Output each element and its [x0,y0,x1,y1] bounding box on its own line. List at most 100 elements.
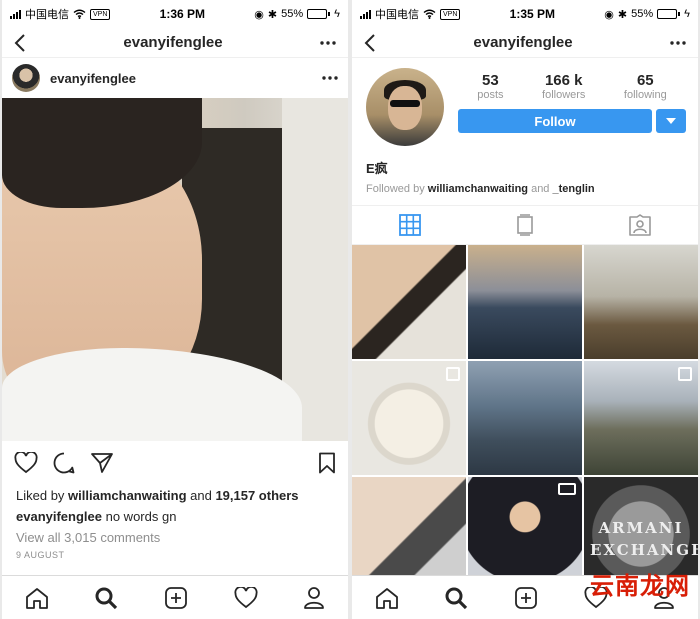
battery-icon [307,9,331,19]
stat-followers-count: 166 k [544,72,583,89]
profile-header: 53 posts 166 k followers 65 following Fo… [352,58,698,152]
stat-posts[interactable]: 53 posts [477,72,503,101]
search-icon[interactable] [94,586,118,610]
profile-icon[interactable] [303,586,325,610]
page-title: evanyifenglee [473,34,573,51]
grid-view-icon[interactable] [399,214,422,236]
clock: 1:36 PM [159,7,206,21]
tagged-photos-icon[interactable] [628,214,651,236]
share-icon[interactable] [90,452,114,474]
caption-username[interactable]: evanyifenglee [16,509,102,524]
follow-button[interactable]: Follow [458,109,652,133]
home-icon[interactable] [375,587,399,609]
avatar[interactable] [12,64,40,92]
carrier-label: 中国电信 [25,9,69,21]
stat-following-count: 65 [636,72,654,89]
post-actions [2,441,348,485]
post-info: Liked by williamchanwaiting and 19,157 o… [2,485,348,548]
profile-name: E疯 [366,161,388,176]
nav-bar: evanyifenglee [2,28,348,58]
followed-prefix: Followed by [366,183,428,195]
more-icon[interactable] [320,40,336,45]
activity-heart-icon[interactable] [234,586,258,609]
followed-and: and [528,183,553,195]
charging-icon: ϟ [684,8,690,20]
likes-prefix: Liked by [16,488,69,503]
battery-icon [657,9,681,19]
stat-followers[interactable]: 166 k followers [542,72,585,101]
charging-icon: ϟ [334,8,340,20]
vpn-badge: VPN [90,8,111,20]
orientation-lock-icon: ◉ [254,8,264,21]
video-icon [558,483,576,495]
battery-percent: 55% [631,8,654,20]
grid-photo[interactable] [468,477,582,591]
carrier-label: 中国电信 [375,9,419,21]
profile-stats: 53 posts 166 k followers 65 following [458,72,686,101]
view-comments-link[interactable]: View all 3,015 comments [16,527,334,548]
wifi-icon [423,9,436,19]
suggestions-dropdown-button[interactable] [656,109,686,133]
grid-photo[interactable] [352,245,466,359]
caption-text: no words gn [102,509,177,524]
home-icon[interactable] [25,587,49,609]
battery-percent: 55% [281,8,304,20]
post-screen: 中国电信 VPN 1:36 PM ◉ ✱ 55% ϟ evanyifenglee… [2,0,348,619]
photo-grid: ARMANI EXCHANGE [352,245,698,591]
back-icon[interactable] [14,33,26,52]
chevron-down-icon [666,118,676,124]
cap-logo-text: ARMANI EXCHANGE [590,519,698,559]
bookmark-icon[interactable] [318,452,336,474]
multiple-photos-icon [446,367,460,381]
bluetooth-icon: ✱ [617,8,628,21]
like-heart-icon[interactable] [14,452,38,474]
grid-photo[interactable] [584,361,698,475]
stat-posts-label: posts [477,89,504,101]
grid-photo[interactable] [352,361,466,475]
grid-photo[interactable] [352,477,466,591]
status-bar: 中国电信 VPN 1:36 PM ◉ ✱ 55% ϟ [2,0,348,28]
likes-line: Liked by williamchanwaiting and 19,157 o… [16,485,334,506]
more-icon[interactable] [670,40,686,45]
followed-by-user-link[interactable]: williamchanwaiting [428,183,528,195]
post-options-icon[interactable] [322,76,338,80]
page-title: evanyifenglee [123,34,223,51]
grid-photo[interactable] [584,245,698,359]
back-icon[interactable] [364,33,376,52]
profile-screen: 中国电信 VPN 1:35 PM ◉ ✱ 55% ϟ evanyifenglee… [352,0,698,619]
post-header: evanyifenglee [2,58,348,98]
stat-following-label: following [623,89,667,101]
liked-by-user-link[interactable]: williamchanwaiting [68,488,186,503]
profile-bio: E疯 Followed by williamchanwaiting and _t… [352,158,698,195]
orientation-lock-icon: ◉ [604,8,614,21]
stat-following[interactable]: 65 following [624,72,667,101]
site-watermark: 云南龙网 [590,572,690,600]
post-username[interactable]: evanyifenglee [50,71,312,86]
tab-bar [2,575,348,619]
vpn-badge: VPN [440,8,461,20]
caption: evanyifenglee no words gn [16,506,334,527]
post-date: 9 AUGUST [16,550,65,560]
followed-by-line: Followed by williamchanwaiting and _teng… [366,183,684,195]
profile-avatar[interactable] [366,68,444,146]
list-view-icon[interactable] [516,214,534,236]
add-post-icon[interactable] [164,586,188,610]
likes-count-link[interactable]: 19,157 others [215,488,298,503]
grid-photo[interactable] [468,245,582,359]
comment-icon[interactable] [52,451,76,475]
multiple-photos-icon [678,367,692,381]
add-post-icon[interactable] [514,586,538,610]
stat-posts-count: 53 [482,72,499,89]
clock: 1:35 PM [509,7,556,21]
search-icon[interactable] [444,586,468,610]
grid-photo[interactable] [468,361,582,475]
status-bar: 中国电信 VPN 1:35 PM ◉ ✱ 55% ϟ [352,0,698,28]
post-photo[interactable] [2,98,348,441]
stat-followers-label: followers [542,89,586,101]
followed-by-user-link[interactable]: _tenglin [552,183,594,195]
likes-and: and [186,488,216,503]
wifi-icon [73,9,86,19]
signal-icon [360,9,371,19]
bluetooth-icon: ✱ [267,8,278,21]
signal-icon [10,9,21,19]
